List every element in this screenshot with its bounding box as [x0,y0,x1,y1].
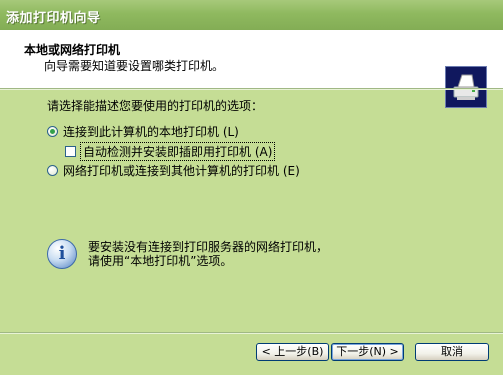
auto-detect-label[interactable]: 自动检测并安装即插即用打印机 (A) [80,142,276,161]
network-printer-label[interactable]: 网络打印机或连接到其他计算机的打印机 (E) [63,162,300,179]
printer-icon [445,66,487,108]
network-printer-radio[interactable]: 网络打印机或连接到其他计算机的打印机 (E) [47,162,300,179]
page-title: 本地或网络打印机 [24,43,121,57]
auto-detect-checkbox[interactable]: 自动检测并安装即插即用打印机 (A) [65,142,276,161]
radio-unselected-icon[interactable] [47,165,58,176]
info-line-2: 请使用“本地打印机”选项。 [88,254,233,268]
info-message: 要安装没有连接到打印服务器的网络打印机， 请使用“本地打印机”选项。 [88,240,328,268]
cancel-button[interactable]: 取消 [415,343,489,361]
radio-selected-icon[interactable] [47,126,58,137]
title-bar[interactable]: 添加打印机向导 [0,0,503,30]
wizard-header: 本地或网络打印机 向导需要知道要设置哪类打印机。 [0,30,503,108]
back-button[interactable]: < 上一步(B) [256,343,329,361]
info-icon: i [47,239,77,269]
header-divider [0,88,503,90]
local-printer-radio[interactable]: 连接到此计算机的本地打印机 (L) [47,123,239,140]
checkbox-unchecked-icon[interactable] [65,146,76,157]
page-subtitle: 向导需要知道要设置哪类打印机。 [44,59,225,73]
info-line-1: 要安装没有连接到打印服务器的网络打印机， [88,240,329,254]
option-prompt: 请选择能描述您要使用的打印机的选项： [47,99,264,113]
window-title: 添加打印机向导 [6,11,101,26]
next-button[interactable]: 下一步(N) > [331,343,404,361]
add-printer-wizard-window: 添加打印机向导 本地或网络打印机 向导需要知道要设置哪类打印机。 请选择能描述您… [0,0,503,375]
footer-divider [0,332,503,334]
local-printer-label[interactable]: 连接到此计算机的本地打印机 (L) [63,123,239,140]
